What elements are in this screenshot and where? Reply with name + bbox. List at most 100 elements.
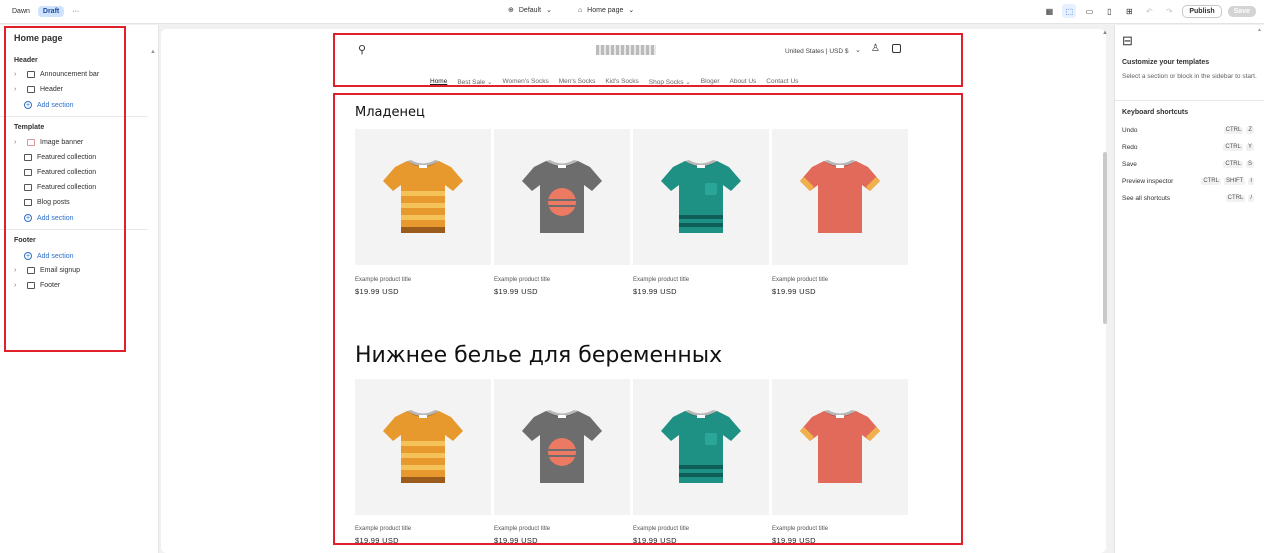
- redo-icon[interactable]: ↷: [1162, 4, 1176, 18]
- nav-shop-socks[interactable]: Shop Socks ⌄: [649, 78, 691, 86]
- product-title[interactable]: Example product title: [772, 526, 828, 532]
- store-logo[interactable]: [596, 45, 656, 55]
- key-cap: Z: [1246, 127, 1254, 134]
- desktop-icon[interactable]: ▭: [1082, 4, 1096, 18]
- preview-scrollbar[interactable]: [1103, 152, 1107, 324]
- product-title[interactable]: Example product title: [355, 277, 411, 283]
- publish-button[interactable]: Publish: [1182, 4, 1222, 18]
- product-card[interactable]: [772, 129, 908, 265]
- shortcut-label: Undo: [1122, 127, 1138, 134]
- save-button[interactable]: Save: [1227, 5, 1256, 17]
- product-price: $19.99 USD: [633, 536, 677, 545]
- product-card[interactable]: [633, 129, 769, 265]
- key-cap: Y: [1245, 144, 1254, 151]
- product-title[interactable]: Example product title: [355, 526, 411, 532]
- blog-icon: [24, 199, 32, 206]
- key-cap: /: [1248, 195, 1254, 202]
- product-card[interactable]: [355, 129, 491, 265]
- nav-womens-socks[interactable]: Women's Socks: [502, 78, 548, 86]
- product-card[interactable]: [494, 129, 630, 265]
- tshirt-image: [383, 410, 463, 483]
- tshirt-image: [800, 160, 880, 233]
- add-section-template-button[interactable]: + Add section: [24, 214, 74, 222]
- shortcut-keys: CTRL S: [1223, 161, 1254, 168]
- shortcuts-heading: Keyboard shortcuts: [1122, 109, 1189, 116]
- key-cap: SHIFT: [1223, 178, 1246, 185]
- undo-icon[interactable]: ↶: [1142, 4, 1156, 18]
- section-featured-collection[interactable]: Featured collection: [24, 184, 96, 191]
- inspector-icon[interactable]: ⬚: [1062, 4, 1077, 18]
- nav-best-sale[interactable]: Best Sale ⌄: [457, 78, 492, 86]
- shortcut-keys: CTRL Z: [1223, 127, 1254, 134]
- store-header: ⚲ United States | USD $ ⌄ ♙ Home Best Sa…: [334, 35, 962, 90]
- collection-icon: [24, 154, 32, 161]
- plus-icon: +: [24, 252, 32, 260]
- shortcut-row: Redo CTRL Y: [1122, 144, 1254, 151]
- product-price: $19.99 USD: [355, 536, 399, 545]
- search-icon[interactable]: ⚲: [358, 43, 366, 56]
- product-card[interactable]: [494, 379, 630, 515]
- scroll-up-icon[interactable]: ▲: [1257, 27, 1262, 33]
- shortcut-row: Preview inspector CTRL SHIFT I: [1122, 178, 1254, 185]
- section-footer[interactable]: › Footer: [14, 282, 60, 289]
- image-icon: [27, 139, 35, 146]
- section-icon: [27, 71, 35, 78]
- chevron-right-icon: ›: [14, 86, 17, 93]
- nav-contact-us[interactable]: Contact Us: [766, 78, 798, 86]
- key-cap: I: [1248, 178, 1254, 185]
- nav-bloger[interactable]: Bloger: [701, 78, 720, 86]
- section-featured-collection[interactable]: Featured collection: [24, 169, 96, 176]
- section-email-signup[interactable]: › Email signup: [14, 267, 80, 274]
- nav-mens-socks[interactable]: Men's Socks: [559, 78, 596, 86]
- more-actions-button[interactable]: ···: [72, 8, 79, 15]
- tshirt-image: [800, 410, 880, 483]
- divider: [0, 229, 148, 230]
- product-card[interactable]: [355, 379, 491, 515]
- shortcut-label: Preview inspector: [1122, 178, 1174, 185]
- scroll-up-icon[interactable]: ▲: [1102, 30, 1108, 36]
- product-card[interactable]: [772, 379, 908, 515]
- default-dropdown[interactable]: ⊕ Default ⌄: [508, 6, 552, 15]
- shortcut-row: Undo CTRL Z: [1122, 127, 1254, 134]
- nav-about-us[interactable]: About Us: [730, 78, 757, 86]
- plus-icon: +: [24, 214, 32, 222]
- collection-title: Младенец: [355, 105, 425, 120]
- account-icon[interactable]: ♙: [871, 43, 880, 54]
- footer-group-label: Footer: [14, 237, 36, 244]
- globe-icon: ⊕: [508, 7, 514, 14]
- chevron-down-icon: ⌄: [855, 47, 861, 54]
- add-section-footer-button[interactable]: + Add section: [24, 252, 74, 260]
- currency-selector[interactable]: United States | USD $: [785, 48, 848, 55]
- header-group-label: Header: [14, 57, 38, 64]
- tshirt-image: [383, 160, 463, 233]
- product-title[interactable]: Example product title: [633, 277, 689, 283]
- product-title[interactable]: Example product title: [633, 526, 689, 532]
- database-icon[interactable]: ▦: [1042, 4, 1056, 18]
- section-blog-posts[interactable]: Blog posts: [24, 199, 70, 206]
- collection-title: Нижнее белье для беременных: [355, 343, 723, 368]
- product-title[interactable]: Example product title: [494, 526, 550, 532]
- scroll-up-icon[interactable]: ▲: [150, 49, 156, 55]
- fullscreen-icon[interactable]: ⊞: [1122, 4, 1136, 18]
- cart-icon[interactable]: [892, 44, 901, 53]
- product-title[interactable]: Example product title: [772, 277, 828, 283]
- store-preview[interactable]: ⚲ United States | USD $ ⌄ ♙ Home Best Sa…: [161, 29, 1106, 553]
- nav-kids-socks[interactable]: Kid's Socks: [605, 78, 638, 86]
- product-price: $19.99 USD: [355, 287, 399, 296]
- chevron-down-icon: ⌄: [486, 79, 493, 86]
- collection-icon: [24, 184, 32, 191]
- shortcut-keys: CTRL Y: [1223, 144, 1254, 151]
- template-group-label: Template: [14, 124, 45, 131]
- add-section-header-button[interactable]: + Add section: [24, 101, 74, 109]
- product-card[interactable]: [633, 379, 769, 515]
- nav-home[interactable]: Home: [430, 78, 447, 86]
- mobile-icon[interactable]: ▯: [1102, 4, 1116, 18]
- tshirt-image: [522, 160, 602, 233]
- section-announcement-bar[interactable]: › Announcement bar: [14, 71, 99, 78]
- section-image-banner[interactable]: › Image banner: [14, 139, 83, 146]
- section-header[interactable]: › Header: [14, 86, 63, 93]
- section-featured-collection[interactable]: Featured collection: [24, 154, 96, 161]
- page-dropdown[interactable]: ⌂ Home page ⌄: [578, 6, 634, 15]
- shortcut-keys: CTRL SHIFT I: [1201, 178, 1254, 185]
- product-title[interactable]: Example product title: [494, 277, 550, 283]
